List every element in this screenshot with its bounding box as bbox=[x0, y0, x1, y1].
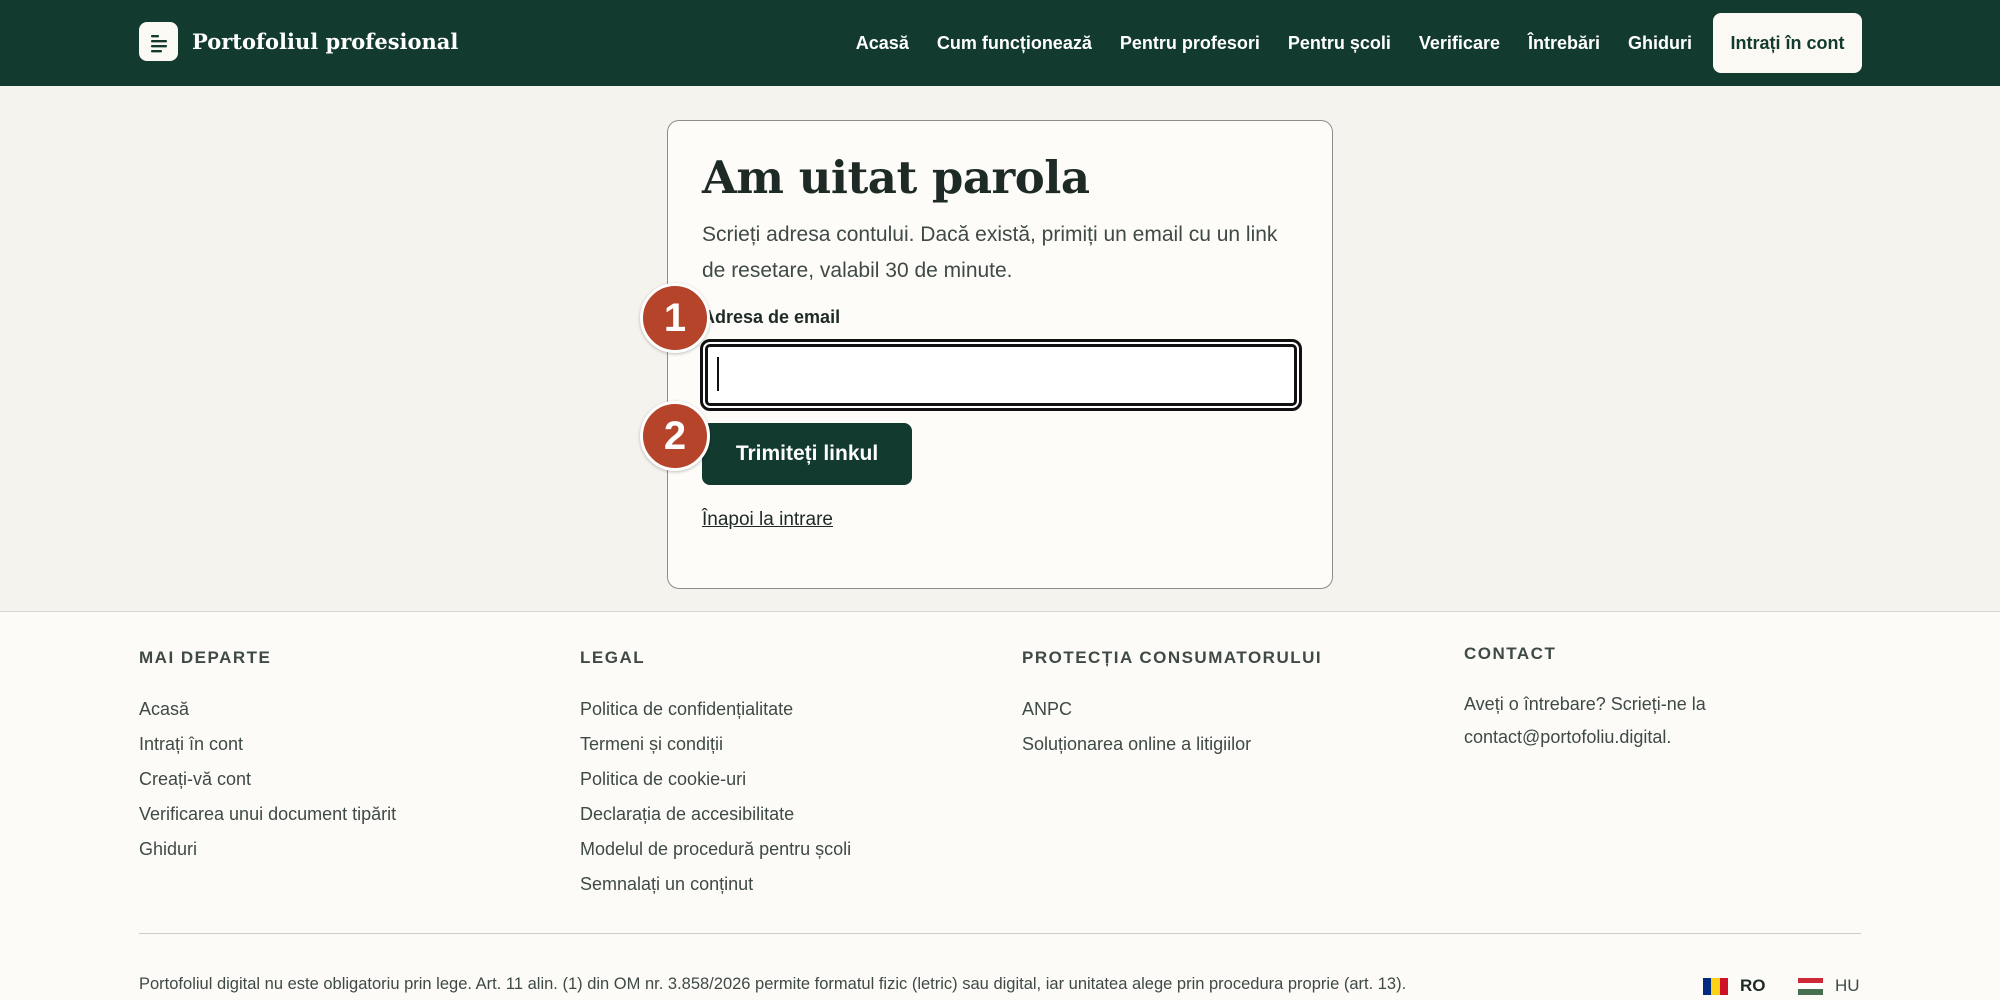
footer-link[interactable]: Ghiduri bbox=[139, 832, 396, 867]
forgot-password-card: Am uitat parola Scrieți adresa contului.… bbox=[667, 120, 1333, 589]
text-caret bbox=[717, 357, 719, 391]
language-ro[interactable]: RO bbox=[1703, 976, 1766, 996]
footer-divider bbox=[139, 933, 1861, 934]
language-hu[interactable]: HU bbox=[1798, 976, 1860, 996]
nav-ghiduri[interactable]: Ghiduri bbox=[1628, 33, 1692, 54]
footer-link[interactable]: Politica de confidențialitate bbox=[580, 692, 851, 727]
page-title: Am uitat parola bbox=[702, 151, 1090, 204]
footer-col-protectia: PROTECȚIA CONSUMATORULUI ANPC Soluționar… bbox=[1022, 648, 1322, 762]
email-input[interactable] bbox=[700, 339, 1302, 411]
send-link-button[interactable]: Trimiteți linkul bbox=[702, 423, 912, 485]
step-badge-2: 2 bbox=[640, 401, 710, 471]
legal-disclaimer: Portofoliul digital nu este obligatoriu … bbox=[139, 975, 1407, 993]
romania-flag-icon bbox=[1703, 977, 1728, 995]
step-badge-1: 1 bbox=[640, 283, 710, 353]
footer-link[interactable]: Declarația de accesibilitate bbox=[580, 797, 851, 832]
brand-name: Portofoliul profesional bbox=[192, 29, 459, 54]
login-button[interactable]: Intrați în cont bbox=[1713, 13, 1862, 73]
nav-pentru-profesori[interactable]: Pentru profesori bbox=[1120, 33, 1260, 54]
nav-acasa[interactable]: Acasă bbox=[856, 33, 909, 54]
footer-link[interactable]: Creați-vă cont bbox=[139, 762, 396, 797]
footer-link[interactable]: Verificarea unui document tipărit bbox=[139, 797, 396, 832]
main-content: Am uitat parola Scrieți adresa contului.… bbox=[0, 86, 2000, 611]
back-to-login-link[interactable]: Înapoi la intrare bbox=[702, 509, 833, 531]
footer-col-mai-departe: MAI DEPARTE Acasă Intrați în cont Creați… bbox=[139, 648, 396, 867]
nav-verificare[interactable]: Verificare bbox=[1419, 33, 1500, 54]
footer-link[interactable]: Acasă bbox=[139, 692, 396, 727]
footer-link[interactable]: Politica de cookie-uri bbox=[580, 762, 851, 797]
language-label: RO bbox=[1740, 976, 1766, 995]
footer-col-legal: LEGAL Politica de confidențialitate Term… bbox=[580, 648, 851, 902]
hungary-flag-icon bbox=[1798, 977, 1823, 995]
site-header: Portofoliul profesional Acasă Cum funcți… bbox=[0, 0, 2000, 86]
footer-link[interactable]: Soluționarea online a litigiilor bbox=[1022, 727, 1322, 762]
contact-text: Aveți o întrebare? Scrieți-ne la contact… bbox=[1464, 694, 1706, 747]
footer-link[interactable]: ANPC bbox=[1022, 692, 1322, 727]
footer-link[interactable]: Intrați în cont bbox=[139, 727, 396, 762]
card-description: Scrieți adresa contului. Dacă există, pr… bbox=[702, 223, 1278, 282]
footer-heading: MAI DEPARTE bbox=[139, 648, 272, 667]
footer-link[interactable]: Semnalați un conținut bbox=[580, 867, 851, 902]
footer-col-contact: CONTACT Aveți o întrebare? Scrieți-ne la… bbox=[1464, 644, 1764, 754]
document-icon bbox=[139, 22, 178, 61]
nav-pentru-scoli[interactable]: Pentru școli bbox=[1288, 33, 1391, 54]
main-nav: Acasă Cum funcționează Pentru profesori … bbox=[828, 0, 1692, 86]
nav-cum-functioneaza[interactable]: Cum funcționează bbox=[937, 33, 1092, 54]
site-footer: MAI DEPARTE Acasă Intrați în cont Creați… bbox=[0, 611, 2000, 1000]
nav-intrebari[interactable]: Întrebări bbox=[1528, 33, 1600, 54]
footer-heading: CONTACT bbox=[1464, 644, 1557, 663]
footer-heading: PROTECȚIA CONSUMATORULUI bbox=[1022, 648, 1323, 667]
footer-link[interactable]: Modelul de procedură pentru școli bbox=[580, 832, 851, 867]
email-label: Adresa de email bbox=[702, 307, 841, 327]
brand[interactable]: Portofoliul profesional bbox=[139, 22, 458, 61]
language-label: HU bbox=[1835, 976, 1860, 995]
footer-link[interactable]: Termeni și condiții bbox=[580, 727, 851, 762]
footer-heading: LEGAL bbox=[580, 648, 646, 667]
